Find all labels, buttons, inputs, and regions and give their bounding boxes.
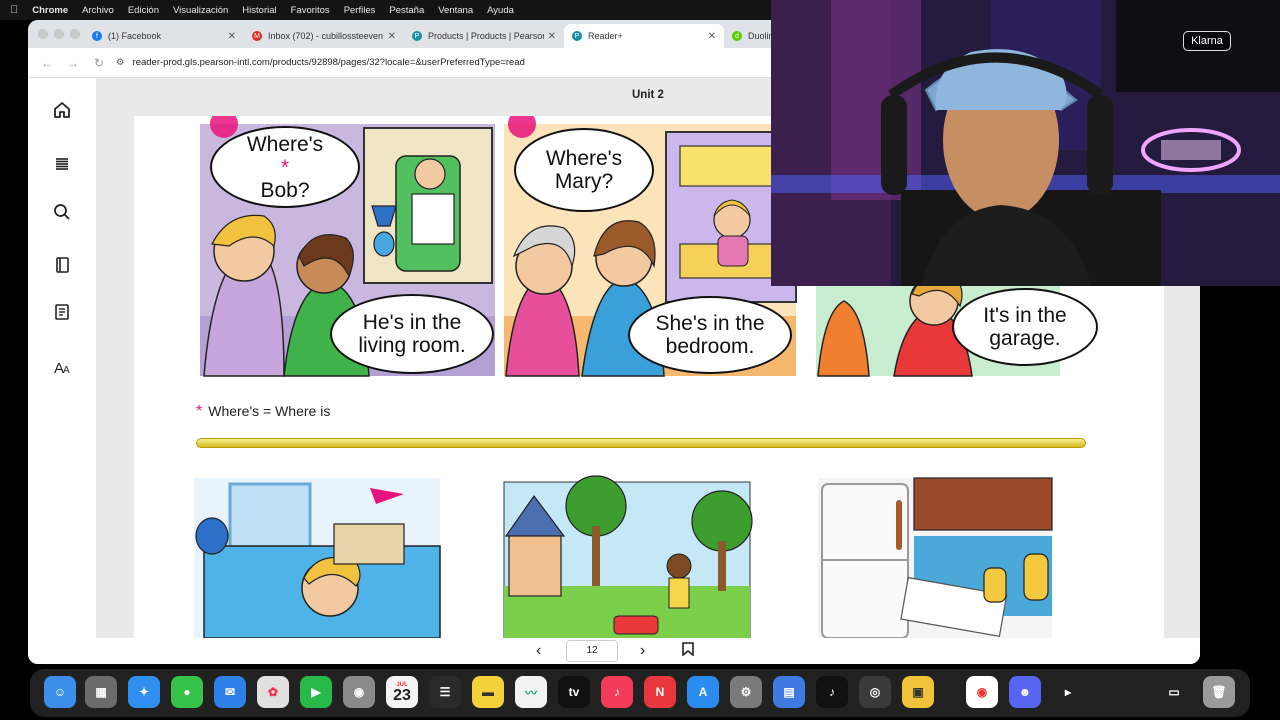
tab-gmail[interactable]: M Inbox (702) - cubillossteeven ✕ xyxy=(244,24,404,48)
text-size-icon[interactable]: AA xyxy=(50,355,74,379)
menu-historial[interactable]: Historial xyxy=(242,5,276,16)
obs-icon[interactable]: ◎ xyxy=(859,676,891,708)
discord-icon[interactable]: ☻ xyxy=(1009,676,1041,708)
photos-icon[interactable]: ✿ xyxy=(257,676,289,708)
preview-icon[interactable]: ▤ xyxy=(773,676,805,708)
tab-label: Inbox (702) - cubillossteeven xyxy=(268,31,384,41)
zoom-window-button[interactable] xyxy=(70,29,80,39)
contacts-icon[interactable]: ◉ xyxy=(343,676,375,708)
tab-pearson-products[interactable]: P Products | Products | Pearson ✕ xyxy=(404,24,564,48)
page-navigation: ‹ 12 › xyxy=(28,638,1200,664)
next-page-icon[interactable]: › xyxy=(640,642,645,660)
site-settings-icon[interactable]: ⚙ xyxy=(116,57,125,68)
tab-label: (1) Facebook xyxy=(108,31,162,41)
menu-edicion[interactable]: Edición xyxy=(128,5,159,16)
apple-menu-icon[interactable]:  xyxy=(10,4,18,16)
mail-icon[interactable]: ✉ xyxy=(214,676,246,708)
facetime-icon[interactable]: ▶ xyxy=(300,676,332,708)
system-settings-icon[interactable]: ⚙ xyxy=(730,676,762,708)
calendar-day: 23 xyxy=(393,686,411,704)
table-of-contents-icon[interactable] xyxy=(50,152,74,176)
svg-text:A: A xyxy=(63,365,70,376)
facebook-icon: f xyxy=(92,31,102,41)
close-tab-icon[interactable]: ✕ xyxy=(388,31,396,42)
pearson-icon: P xyxy=(572,31,582,41)
url-field[interactable]: ⚙ reader-prod.gls.pearson-intl.com/produ… xyxy=(116,57,525,68)
app-store-icon[interactable]: A xyxy=(687,676,719,708)
klarna-sign: Klarna xyxy=(1183,31,1231,51)
asphalt-icon[interactable]: ▸ xyxy=(1052,676,1084,708)
dock: ☺ ▦ ✦ ● ✉ ✿ ▶ ◉ JUL 23 ☰ ▬ 〰 tv ♪ N A ⚙ … xyxy=(30,669,1250,717)
menu-ayuda[interactable]: Ayuda xyxy=(487,5,514,16)
finder-icon[interactable]: ☺ xyxy=(44,676,76,708)
apple-tv-icon[interactable]: tv xyxy=(558,676,590,708)
page-number-input[interactable]: 12 xyxy=(566,640,618,662)
music-icon[interactable]: ♪ xyxy=(601,676,633,708)
minimize-window-button[interactable] xyxy=(54,29,64,39)
messages-icon[interactable]: ● xyxy=(171,676,203,708)
trash-icon[interactable]: 🗑 xyxy=(1203,676,1235,708)
back-icon[interactable]: ← xyxy=(40,56,54,70)
menu-favoritos[interactable]: Favoritos xyxy=(291,5,330,16)
menu-pestana[interactable]: Pestaña xyxy=(389,5,424,16)
close-window-button[interactable] xyxy=(38,29,48,39)
webcam-overlay: Klarna xyxy=(771,0,1280,286)
forward-icon[interactable]: → xyxy=(66,56,80,70)
notebook-icon[interactable] xyxy=(50,253,74,277)
tab-label: Products | Products | Pearson xyxy=(428,31,544,41)
reload-icon[interactable]: ↻ xyxy=(92,56,106,70)
url-text: reader-prod.gls.pearson-intl.com/product… xyxy=(132,57,525,68)
freeform-icon[interactable]: 〰 xyxy=(515,676,547,708)
tab-reader[interactable]: P Reader+ ✕ xyxy=(564,24,724,48)
page-title: Unit 2 xyxy=(632,89,664,101)
pearson-icon: P xyxy=(412,31,422,41)
notes-icon[interactable] xyxy=(50,300,74,324)
terminal-icon[interactable]: ▭ xyxy=(1158,676,1190,708)
duolingo-icon: d xyxy=(732,31,742,41)
menu-visualizacion[interactable]: Visualización xyxy=(173,5,228,16)
tab-label: Reader+ xyxy=(588,31,623,41)
search-icon[interactable] xyxy=(50,200,74,224)
calendar-icon[interactable]: JUL 23 xyxy=(386,676,418,708)
tiktok-icon[interactable]: ♪ xyxy=(816,676,848,708)
menu-ventana[interactable]: Ventana xyxy=(438,5,473,16)
close-tab-icon[interactable]: ✕ xyxy=(708,31,716,42)
close-tab-icon[interactable]: ✕ xyxy=(548,31,556,42)
close-tab-icon[interactable]: ✕ xyxy=(228,31,236,42)
home-icon[interactable] xyxy=(50,98,74,122)
menu-perfiles[interactable]: Perfiles xyxy=(344,5,376,16)
stickies-icon[interactable]: ▣ xyxy=(902,676,934,708)
menu-archivo[interactable]: Archivo xyxy=(82,5,114,16)
reminders-icon[interactable]: ☰ xyxy=(429,676,461,708)
previous-page-icon[interactable]: ‹ xyxy=(536,642,541,660)
safari-icon[interactable]: ✦ xyxy=(128,676,160,708)
tab-facebook[interactable]: f (1) Facebook ✕ xyxy=(84,24,244,48)
gmail-icon: M xyxy=(252,31,262,41)
bookmark-icon[interactable] xyxy=(682,642,694,661)
chrome-icon[interactable]: ◉ xyxy=(966,676,998,708)
news-icon[interactable]: N xyxy=(644,676,676,708)
menu-app-name[interactable]: Chrome xyxy=(32,5,68,16)
launchpad-icon[interactable]: ▦ xyxy=(85,676,117,708)
reader-sidebar: AA xyxy=(28,78,96,638)
notes-app-icon[interactable]: ▬ xyxy=(472,676,504,708)
